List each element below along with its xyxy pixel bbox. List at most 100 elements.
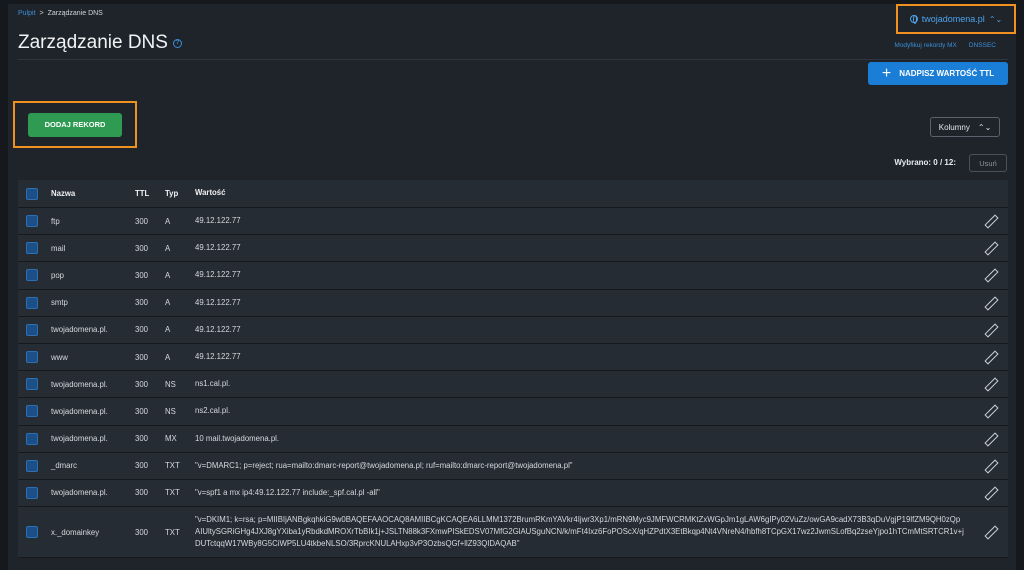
- checkbox-box: [26, 296, 38, 309]
- record-ttl: 300: [135, 406, 149, 416]
- domain-selector[interactable]: twojadomena.pl ⌃⌄: [896, 4, 1016, 34]
- edit-button[interactable]: [975, 433, 1005, 445]
- selection-count: Wybrano: 0 / 12:: [894, 158, 956, 167]
- chevron-updown-icon: ⌃⌄: [977, 122, 992, 132]
- table-row[interactable]: www 300 A 49.12.122.77: [18, 343, 1008, 372]
- row-checkbox[interactable]: [18, 405, 51, 418]
- record-name: ftp: [51, 216, 60, 226]
- record-value: "v=DKIM1; k=rsa; p=MIIBIjANBgkqhkiG9w0BA…: [195, 514, 964, 549]
- pencil-icon: [984, 405, 996, 417]
- record-type: TXT: [165, 461, 180, 471]
- edit-button[interactable]: [975, 215, 1005, 227]
- row-checkbox[interactable]: [18, 296, 51, 309]
- record-value: "v=DMARC1; p=reject; rua=mailto:dmarc-re…: [195, 460, 573, 470]
- header-type[interactable]: Typ: [165, 189, 195, 198]
- edit-button[interactable]: [975, 297, 1005, 309]
- edit-button[interactable]: [975, 526, 1005, 538]
- breadcrumb-pulpit-link[interactable]: Pulpit: [18, 10, 36, 17]
- globe-icon: [909, 15, 918, 24]
- table-row[interactable]: twojadomena.pl. 300 NS ns2.cal.pl.: [18, 398, 1008, 426]
- record-ttl: 300: [135, 434, 149, 444]
- record-name: mail: [51, 243, 66, 253]
- table-row[interactable]: _dmarc 300 TXT "v=DMARC1; p=reject; rua=…: [18, 452, 1008, 480]
- header-value[interactable]: Wartość: [195, 187, 975, 199]
- modify-mx-link[interactable]: Modyfikuj rekordy MX: [894, 42, 957, 49]
- table-row[interactable]: twojadomena.pl. 300 MX 10 mail.twojadome…: [18, 425, 1008, 453]
- table-row[interactable]: x._domainkey 300 TXT "v=DKIM1; k=rsa; p=…: [18, 507, 1008, 559]
- delete-button[interactable]: Usuń: [969, 154, 1007, 172]
- row-checkbox[interactable]: [18, 351, 51, 364]
- table-row[interactable]: pop 300 A 49.12.122.77: [18, 262, 1008, 290]
- record-name: twojadomena.pl.: [51, 488, 108, 498]
- columns-dropdown[interactable]: Kolumny ⌃⌄: [930, 117, 1000, 137]
- record-value: 49.12.122.77: [195, 351, 241, 361]
- record-name: twojadomena.pl.: [51, 325, 108, 335]
- pencil-icon: [984, 269, 996, 281]
- edit-button[interactable]: [975, 487, 1005, 499]
- record-value: 49.12.122.77: [195, 270, 241, 280]
- checkbox-box: [26, 269, 38, 282]
- checkbox-box: [26, 432, 38, 445]
- record-value: 49.12.122.77: [195, 297, 241, 307]
- record-value: 49.12.122.77: [195, 324, 241, 334]
- dnssec-link[interactable]: DNSSEC: [969, 42, 996, 49]
- pencil-icon: [984, 324, 996, 336]
- record-type: A: [165, 352, 171, 362]
- edit-button[interactable]: [975, 269, 1005, 281]
- record-ttl: 300: [135, 325, 149, 335]
- record-value: ns1.cal.pl.: [195, 379, 231, 389]
- breadcrumb: Pulpit > Zarządzanie DNS: [18, 10, 103, 17]
- record-name: twojadomena.pl.: [51, 379, 108, 389]
- table-header-row: Nazwa TTL Typ Wartość: [18, 180, 1008, 208]
- row-checkbox[interactable]: [18, 323, 51, 336]
- header-ttl[interactable]: TTL: [135, 189, 165, 198]
- add-record-highlight: DODAJ REKORD: [13, 101, 137, 148]
- pencil-icon: [984, 378, 996, 390]
- record-value: 49.12.122.77: [195, 216, 241, 226]
- checkbox-box: [26, 323, 38, 336]
- override-ttl-button[interactable]: + NADPISZ WARTOŚĆ TTL: [868, 62, 1008, 85]
- help-icon[interactable]: ?: [172, 38, 182, 48]
- pencil-icon: [984, 351, 996, 363]
- row-checkbox[interactable]: [18, 378, 51, 391]
- edit-button[interactable]: [975, 242, 1005, 254]
- table-row[interactable]: twojadomena.pl. 300 TXT "v=spf1 a mx ip4…: [18, 479, 1008, 508]
- row-checkbox[interactable]: [18, 459, 51, 472]
- row-checkbox[interactable]: [18, 432, 51, 445]
- edit-button[interactable]: [975, 351, 1005, 363]
- record-name: twojadomena.pl.: [51, 406, 108, 416]
- edit-button[interactable]: [975, 460, 1005, 472]
- record-value: 49.12.122.77: [195, 243, 241, 253]
- header-name[interactable]: Nazwa: [51, 189, 135, 198]
- table-row[interactable]: twojadomena.pl. 300 NS ns1.cal.pl.: [18, 371, 1008, 399]
- checkbox-box: [26, 242, 38, 255]
- table-row[interactable]: mail 300 A 49.12.122.77: [18, 235, 1008, 263]
- record-ttl: 300: [135, 488, 149, 498]
- select-all-checkbox[interactable]: [18, 187, 51, 200]
- dns-records-table: Nazwa TTL Typ Wartość ftp 300 A 49.12.12…: [18, 180, 1008, 559]
- checkbox-box: [26, 405, 38, 418]
- dns-panel: Pulpit > Zarządzanie DNS twojadomena.pl …: [8, 4, 1016, 570]
- edit-button[interactable]: [975, 324, 1005, 336]
- row-checkbox[interactable]: [18, 242, 51, 255]
- table-row[interactable]: ftp 300 A 49.12.122.77: [18, 208, 1008, 236]
- record-name: twojadomena.pl.: [51, 434, 108, 444]
- add-record-button[interactable]: DODAJ REKORD: [28, 112, 122, 137]
- record-ttl: 300: [135, 379, 149, 389]
- override-ttl-label: NADPISZ WARTOŚĆ TTL: [899, 69, 995, 78]
- record-name: x._domainkey: [51, 527, 100, 537]
- row-checkbox[interactable]: [18, 269, 51, 282]
- record-value: ns2.cal.pl.: [195, 406, 231, 416]
- checkbox-box: [26, 459, 38, 472]
- row-checkbox[interactable]: [18, 215, 51, 228]
- row-checkbox[interactable]: [18, 486, 51, 499]
- breadcrumb-current: Zarządzanie DNS: [47, 10, 103, 17]
- table-row[interactable]: twojadomena.pl. 300 A 49.12.122.77: [18, 316, 1008, 344]
- plus-icon: +: [881, 64, 892, 82]
- record-ttl: 300: [135, 216, 149, 226]
- edit-button[interactable]: [975, 405, 1005, 417]
- table-row[interactable]: smtp 300 A 49.12.122.77: [18, 289, 1008, 317]
- edit-button[interactable]: [975, 378, 1005, 390]
- record-type: A: [165, 270, 171, 280]
- row-checkbox[interactable]: [18, 526, 51, 539]
